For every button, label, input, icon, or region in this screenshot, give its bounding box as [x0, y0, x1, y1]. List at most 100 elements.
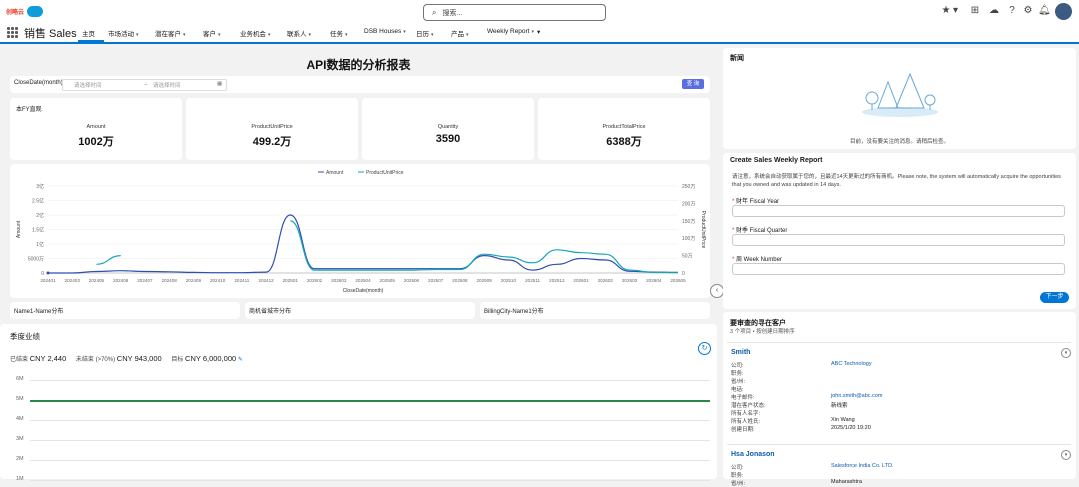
org-logo[interactable]: 创略云 [6, 6, 44, 17]
nav-item[interactable]: 联系人 ▾ [287, 28, 311, 38]
week-number-input[interactable] [732, 263, 1065, 275]
settings-icon[interactable]: ⚙ [1022, 5, 1034, 17]
nav-item[interactable]: 任务 ▾ [330, 28, 348, 38]
performance-title: 季度业绩 [10, 332, 40, 341]
refresh-icon[interactable]: ↻ [698, 342, 711, 355]
nav-more-icon[interactable]: ▾ [537, 28, 540, 36]
filter-label: CloseDate(month) [14, 80, 63, 86]
x-tick-label: 202506 [404, 278, 420, 283]
chevron-down-icon[interactable]: ▾ [218, 32, 221, 38]
lead-field-label: 省/州: [731, 379, 746, 385]
perf-y-tick: 3M [16, 436, 24, 442]
y-tick-label: 2亿 [36, 212, 44, 219]
news-empty-message: 目前，没有要关注的消息。请稍后检查。 [849, 139, 949, 145]
city-distribution-card: 商机省城市分布 [245, 302, 475, 319]
kpi-label: ProductTotalPrice [602, 124, 646, 130]
lead-field-value[interactable]: john.smith@abc.com [831, 393, 882, 399]
fiscal-quarter-label: * 财季 Fiscal Quarter [732, 228, 788, 234]
billing-city-distribution-card: BillingCity-Name1分布 [480, 302, 710, 319]
card-title: Name1-Name分布 [14, 309, 64, 315]
chevron-down-icon[interactable]: ▾ [403, 29, 406, 35]
start-date-input[interactable]: 请选择时间 [74, 81, 102, 89]
date-range-picker[interactable]: 请选择时间 → 请选择时间 ▦ [62, 79, 227, 91]
add-icon[interactable]: ⊞ [969, 5, 981, 17]
kpi-value: 1002万 [78, 136, 114, 148]
lead-name-link[interactable]: Smith [731, 349, 750, 356]
x-tick-label: 202604 [646, 278, 662, 283]
leads-to-review-panel: 要审查的寻在客户 3 个项目 • 按创建日期排序 Smith ▾ 公司: ABC Te… [723, 312, 1076, 487]
range-arrow: → [143, 81, 149, 87]
chevron-down-icon[interactable]: ▾ [136, 32, 139, 38]
empty-state-illustration [862, 72, 938, 117]
perf-grid-line [30, 480, 710, 481]
help-icon[interactable]: ? [1006, 5, 1018, 17]
nav-item[interactable]: 潜在客户 ▾ [155, 28, 186, 38]
fiscal-quarter-input[interactable] [732, 234, 1065, 246]
x-tick-label: 202512 [549, 278, 565, 283]
nav-item[interactable]: 市场活动 ▾ [108, 28, 139, 38]
nav-item[interactable]: DSB Houses ▾ [364, 28, 406, 35]
chevron-down-icon[interactable]: ▾ [466, 32, 469, 38]
global-header: 创略云 ⌕ 搜索... ★ ▾ ⊞ ☁ ? ⚙ 🔔︎ [0, 0, 1079, 24]
lead-field-label: 省/州: [731, 481, 746, 487]
y-tick-label: 1.5亿 [32, 227, 44, 234]
chevron-down-icon[interactable]: ▾ [309, 32, 312, 38]
chevron-down-icon[interactable]: ▾ [431, 32, 434, 38]
x-tick-label: 202602 [598, 278, 614, 283]
lead-field-value[interactable]: Salesforce India Co. LTD. [831, 463, 894, 469]
kpi-label: ProductUnitPrice [251, 124, 293, 130]
calendar-icon[interactable]: ▦ [217, 81, 222, 87]
avatar[interactable] [1055, 3, 1072, 20]
chevron-down-icon[interactable]: ▾ [345, 32, 348, 38]
favorites-menu-icon[interactable]: ▾ [951, 5, 960, 17]
x-tick-label: 202410 [210, 278, 226, 283]
target-line [30, 400, 710, 402]
nav-item[interactable]: Weekly Report ▾ [487, 28, 534, 35]
chevron-down-icon[interactable]: ▾ [268, 32, 271, 38]
lead-field-label: 所有人姓氏: [731, 419, 761, 425]
legend-label: Amount [326, 170, 344, 176]
nav-item[interactable]: 日历 ▾ [416, 28, 434, 38]
lead-field-label: 职务: [731, 473, 744, 479]
card-title: BillingCity-Name1分布 [484, 309, 544, 315]
perf-y-tick: 4M [16, 416, 24, 422]
lead-field-value[interactable]: ABC Technology [831, 361, 872, 367]
x-tick-label: 202508 [452, 278, 468, 283]
next-button[interactable]: 下一步 [1040, 292, 1069, 303]
chevron-down-icon[interactable]: ▾ [183, 32, 186, 38]
y-tick-label: 5000万 [28, 257, 44, 263]
dashboard-title: API数据的分析报表 [306, 58, 411, 72]
lead-actions-icon[interactable]: ▾ [1061, 450, 1071, 460]
performance-summary: 已结束 CNY 2,440 未结束 (>70%) CNY 943,000 目标 … [10, 354, 243, 363]
global-search-input[interactable]: ⌕ 搜索... [423, 4, 606, 21]
nav-item-label: 市场活动 [108, 31, 134, 38]
nav-item[interactable]: 主页 [82, 28, 95, 38]
x-tick-label: 202407 [137, 278, 153, 283]
lead-name-link[interactable]: Hsa Jonason [731, 451, 775, 458]
nav-item[interactable]: 产品 ▾ [451, 28, 469, 38]
line-chart-svg: 0 5000万 1亿 1.5亿 2亿 2.5亿 3亿 0 50万 100万 150万 200万 250万… [16, 170, 706, 294]
y-tick-label: 3亿 [36, 183, 44, 190]
lead-actions-icon[interactable]: ▾ [1061, 348, 1071, 358]
query-button[interactable]: 查 询 [682, 79, 704, 89]
x-tick-label: 202503 [331, 278, 347, 283]
sales-weekly-title: Create Sales Weekly Report [730, 157, 823, 164]
x-tick-label: 202408 [161, 278, 177, 283]
app-launcher-icon[interactable] [7, 27, 18, 38]
lead-field-label: 电子邮件: [731, 395, 755, 401]
lead-field-label: 公司: [731, 363, 744, 369]
chevron-down-icon[interactable]: ▾ [532, 29, 535, 35]
notifications-icon[interactable]: 🔔︎ [1038, 5, 1051, 17]
y-axis-label: Amount [16, 220, 22, 238]
nav-item[interactable]: 业务机会 ▾ [240, 28, 271, 38]
collapse-toggle-icon[interactable]: ‹ [710, 284, 724, 298]
name-distribution-card: Name1-Name分布 [10, 302, 240, 319]
nav-item[interactable]: 客户 ▾ [203, 28, 221, 38]
fiscal-year-input[interactable] [732, 205, 1065, 217]
edit-target-icon[interactable]: ✎ [238, 357, 243, 363]
end-date-input[interactable]: 请选择时间 [153, 81, 181, 89]
nav-item-label: 日历 [416, 31, 429, 38]
setup-assistant-icon[interactable]: ☁ [988, 5, 1000, 17]
open-label: 未结束 (>70%) [75, 357, 116, 363]
kpi-value: 3590 [435, 133, 461, 145]
